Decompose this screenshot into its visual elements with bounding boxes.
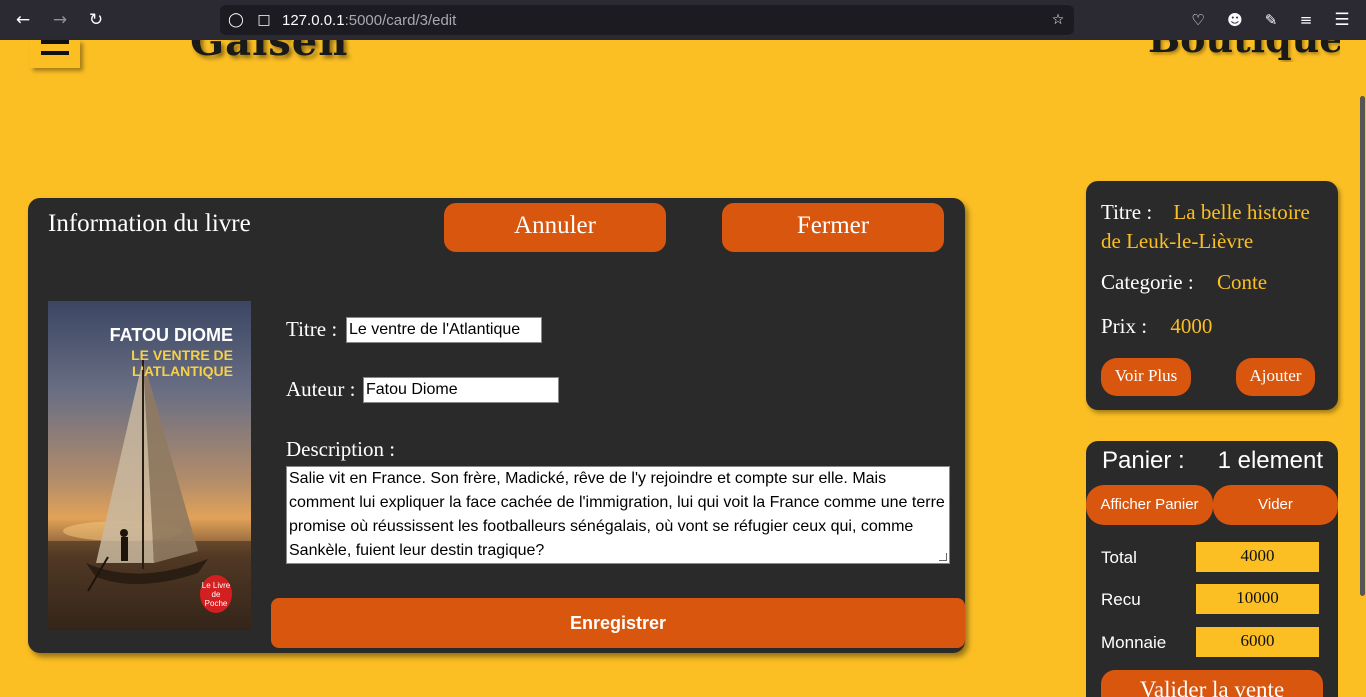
info-titre-label: Titre : <box>1101 200 1153 224</box>
vider-button[interactable]: Vider <box>1213 485 1338 525</box>
info-prix-value: 4000 <box>1170 314 1213 338</box>
forward-icon[interactable]: → <box>48 8 72 32</box>
hamburger-menu-button[interactable] <box>30 40 80 68</box>
valider-vente-button[interactable]: Valider la vente <box>1101 670 1323 697</box>
panier-label: Panier : <box>1102 447 1185 474</box>
cover-author: FATOU DIOME <box>109 325 233 345</box>
menu-bar-line <box>41 40 69 44</box>
back-icon[interactable]: ← <box>11 8 35 32</box>
scrollbar-thumb[interactable] <box>1360 96 1365 596</box>
url-text[interactable]: 127.0.0.1:5000/card/3/edit <box>282 12 456 29</box>
recu-label: Recu <box>1101 590 1141 609</box>
book-info-card: Titre : La belle histoire de Leuk-le-Liè… <box>1086 181 1338 410</box>
browser-toolbar: ← → ↻ ◯ □ 127.0.0.1:5000/card/3/edit ☆ ♡… <box>0 0 1366 40</box>
info-categorie-row: Categorie : Conte <box>1101 270 1267 295</box>
menu-bar-line <box>41 51 69 55</box>
publisher-badge: Le Livre de Poche <box>200 575 232 613</box>
shield-icon[interactable]: ◯ <box>226 10 246 30</box>
extensions-icon[interactable]: ✎ <box>1259 8 1283 32</box>
cancel-button[interactable]: Annuler <box>444 203 666 252</box>
cover-title: LE VENTRE DE L'ATLANTIQUE <box>131 347 233 379</box>
info-titre-row: Titre : La belle histoire de Leuk-le-Liè… <box>1101 198 1331 256</box>
close-button[interactable]: Fermer <box>722 203 944 252</box>
sidebar-icon[interactable]: ≡ <box>1294 8 1318 32</box>
boutique-wrapper: Boutique <box>1140 40 1340 62</box>
site-title-wrapper: Galsen BookStore <box>180 40 600 68</box>
info-prix-row: Prix : 4000 <box>1101 314 1212 339</box>
book-cover-image: FATOU DIOME LE VENTRE DE L'ATLANTIQUE Le… <box>48 301 251 630</box>
total-label: Total <box>1101 548 1137 567</box>
resize-handle-icon[interactable] <box>939 553 947 561</box>
voir-plus-button[interactable]: Voir Plus <box>1101 358 1191 396</box>
total-value: 4000 <box>1196 542 1319 572</box>
book-edit-card: Information du livre Annuler Fermer FATO… <box>28 198 965 653</box>
site-title: Galsen BookStore <box>190 40 600 62</box>
titre-input[interactable]: Le ventre de l'Atlantique <box>346 317 542 343</box>
titre-label: Titre : <box>286 317 338 341</box>
recu-input[interactable]: 10000 <box>1196 584 1319 614</box>
url-path: :5000/card/3/edit <box>344 12 457 29</box>
pocket-icon[interactable]: ♡ <box>1186 8 1210 32</box>
menu-icon[interactable]: ☰ <box>1330 8 1354 32</box>
page-icon: □ <box>257 12 271 28</box>
auteur-label: Auteur : <box>286 377 356 401</box>
ajouter-button[interactable]: Ajouter <box>1236 358 1315 396</box>
info-categorie-value: Conte <box>1216 270 1268 294</box>
info-categorie-label: Categorie : <box>1101 270 1194 294</box>
description-textarea[interactable]: Salie vit en France. Son frère, Madické,… <box>286 466 950 564</box>
panier-card: Panier : 1 element Afficher Panier Vider… <box>1086 441 1338 697</box>
panier-count: 1 element <box>1217 447 1323 474</box>
description-text: Salie vit en France. Son frère, Madické,… <box>289 470 945 559</box>
monnaie-value: 6000 <box>1196 627 1319 657</box>
account-icon[interactable]: ☻ <box>1223 8 1247 32</box>
address-bar[interactable]: ◯ □ 127.0.0.1:5000/card/3/edit ☆ <box>220 5 1074 35</box>
bookmark-star-icon[interactable]: ☆ <box>1048 10 1068 30</box>
afficher-panier-button[interactable]: Afficher Panier <box>1086 485 1213 525</box>
info-prix-label: Prix : <box>1101 314 1148 338</box>
monnaie-label: Monnaie <box>1101 633 1167 652</box>
url-host: 127.0.0.1 <box>282 12 345 29</box>
boutique-title: Boutique <box>1148 40 1340 61</box>
card-title: Information du livre <box>48 210 251 237</box>
reload-icon[interactable]: ↻ <box>84 8 108 32</box>
auteur-input[interactable]: Fatou Diome <box>363 377 559 403</box>
save-button[interactable]: Enregistrer <box>271 598 965 648</box>
description-label: Description : <box>286 437 396 461</box>
page-scrollbar[interactable] <box>1358 40 1366 697</box>
